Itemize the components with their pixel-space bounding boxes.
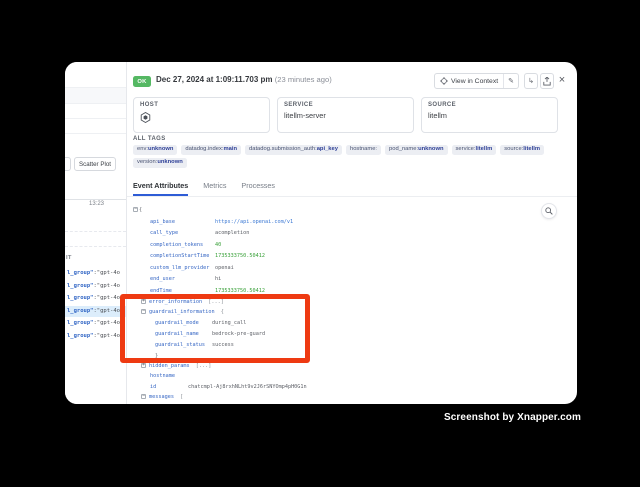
- log-list-column-header: IT: [66, 255, 72, 261]
- log-list-item[interactable]: l_group":"gpt-4o: [65, 281, 126, 292]
- json-key: completion_tokens: [150, 240, 203, 250]
- xnapper-watermark: Screenshot by Xnapper.com: [444, 412, 581, 423]
- json-row: api_base https://api.openai.com/v1: [133, 217, 571, 227]
- divider: [65, 118, 126, 119]
- chart-x-axis: [65, 199, 126, 200]
- json-row: custom_llm_provider openai: [133, 263, 571, 273]
- json-value: 1735333750.50412: [215, 251, 265, 261]
- json-key: id: [150, 382, 156, 392]
- background-page-panel: Scatter Plot 13:23 IT l_group":"gpt-4ol_…: [65, 62, 127, 404]
- json-row: call_type acompletion: [133, 228, 571, 238]
- json-suffix: [: [177, 394, 183, 400]
- log-json-value-fragment: :"gpt-4o: [94, 295, 121, 301]
- chart-gridline: [65, 231, 126, 232]
- chart-gridline: [65, 246, 126, 247]
- log-list-item[interactable]: l_group":"gpt-4o: [65, 268, 126, 279]
- json-key: api_base: [150, 217, 175, 227]
- json-suffix: [...]: [193, 363, 212, 369]
- json-value: chatcmpl-Aj8rxhNLht9v2J6rSNYOmp4pH0G1n: [188, 382, 307, 392]
- log-json-key-fragment: l_group": [67, 270, 94, 276]
- json-key: call_type: [150, 228, 178, 238]
- json-row: id chatcmpl-Aj8rxhNLht9v2J6rSNYOmp4pH0G1n: [133, 382, 571, 392]
- screenshot-background: Scatter Plot 13:23 IT l_group":"gpt-4ol_…: [0, 0, 640, 487]
- background-toolbar-block: [65, 87, 126, 104]
- json-row: −messages [: [133, 392, 571, 402]
- log-list-item[interactable]: l_group":"gpt-4o: [65, 293, 126, 304]
- log-json-key-fragment: l_group": [67, 320, 94, 326]
- json-value: openai: [215, 263, 234, 273]
- log-json-value-fragment: :"gpt-4o: [94, 270, 121, 276]
- json-value: https://api.openai.com/v1: [215, 217, 293, 227]
- log-json-value-fragment: :"gpt-4o: [94, 333, 121, 339]
- annotation-red-box: [120, 294, 310, 363]
- json-row: end_user hi: [133, 274, 571, 284]
- json-key: messages [: [149, 392, 183, 402]
- collapse-icon[interactable]: −: [133, 207, 138, 212]
- log-json-key-fragment: l_group": [67, 295, 94, 301]
- scatter-plot-button[interactable]: Scatter Plot: [74, 157, 116, 171]
- json-value: hi: [215, 274, 221, 284]
- timeseries-button-fragment[interactable]: [65, 157, 71, 171]
- json-key: custom_llm_provider: [150, 263, 209, 273]
- log-json-value-fragment: :"gpt-4o: [94, 320, 121, 326]
- json-row: hostname: [133, 371, 571, 381]
- json-value: 40: [215, 240, 221, 250]
- expand-icon[interactable]: +: [141, 363, 146, 368]
- log-list-item[interactable]: l_group":"gpt-4o: [65, 331, 126, 342]
- log-json-key-fragment: l_group": [67, 333, 94, 339]
- log-json-value-fragment: :"gpt-4o: [94, 283, 121, 289]
- json-row: completionStartTime 1735333750.50412: [133, 251, 571, 261]
- divider: [65, 133, 126, 134]
- json-key: completionStartTime: [150, 251, 209, 261]
- collapse-icon[interactable]: −: [141, 394, 146, 399]
- json-brace: {: [139, 205, 142, 215]
- json-row: completion_tokens 40: [133, 240, 571, 250]
- log-list-item[interactable]: l_group":"gpt-4o: [65, 318, 126, 329]
- log-json-value-fragment: :"gpt-4o: [94, 308, 121, 314]
- json-value: acompletion: [215, 228, 249, 238]
- chart-axis-tick: 13:23: [89, 201, 104, 207]
- json-key: hostname: [150, 371, 175, 381]
- json-row: −{: [133, 205, 571, 215]
- log-json-key-fragment: l_group": [67, 283, 94, 289]
- log-json-key-fragment: l_group": [67, 308, 94, 314]
- json-key: end_user: [150, 274, 175, 284]
- log-list-item[interactable]: l_group":"gpt-4o: [65, 306, 126, 317]
